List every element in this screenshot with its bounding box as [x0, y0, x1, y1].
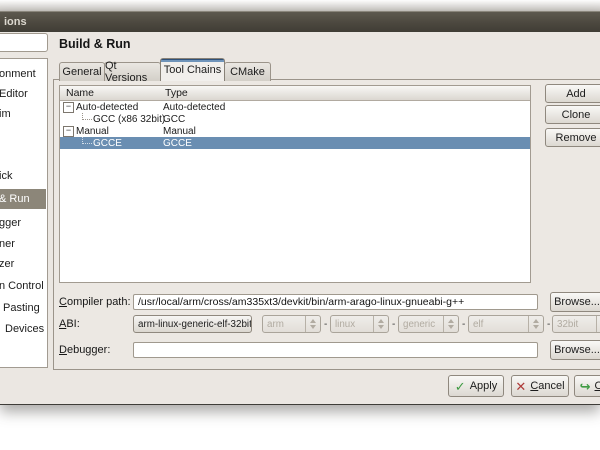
- abi-separator: -: [547, 319, 550, 330]
- window-title: ions: [4, 16, 27, 28]
- compiler-path-label: Compiler path:: [59, 294, 131, 310]
- sidebar-item-devices[interactable]: Devices: [0, 319, 46, 339]
- compiler-browse-button[interactable]: Browse...: [550, 292, 600, 312]
- debugger-input[interactable]: [133, 342, 538, 358]
- tab-tool-chains[interactable]: Tool Chains: [160, 58, 225, 81]
- abi-combobox[interactable]: arm-linux-generic-elf-32bit: [133, 315, 252, 333]
- sidebar-item-environment[interactable]: onment: [0, 64, 46, 84]
- collapse-expander-icon[interactable]: −: [63, 126, 74, 137]
- combo-spinner-icon: [305, 316, 320, 332]
- tree-row-auto-detected[interactable]: − Auto-detected Auto-detected: [60, 101, 530, 113]
- cancel-button[interactable]: ✕ Cancel: [511, 375, 569, 397]
- checkmark-icon: ✓: [455, 380, 466, 393]
- abi-bits-combobox: 32bit: [552, 315, 600, 333]
- tree-connector: [82, 113, 92, 120]
- category-list: onment Editor im ick & Run gger ner zer …: [0, 58, 48, 368]
- abi-flavor-combobox: generic: [398, 315, 459, 333]
- combo-spinner-icon: [443, 316, 458, 332]
- sidebar-item-build-and-run[interactable]: & Run: [0, 189, 46, 209]
- sidebar-item-code-pasting[interactable]: Pasting: [0, 298, 46, 318]
- remove-button[interactable]: Remove: [545, 128, 600, 147]
- tree-row-manual[interactable]: − Manual Manual: [60, 125, 530, 137]
- sidebar-item-version-control[interactable]: n Control: [0, 276, 46, 296]
- debugger-browse-button[interactable]: Browse...: [550, 340, 600, 360]
- combo-spinner-icon: [528, 316, 543, 332]
- sidebar-item-text-editor[interactable]: Editor: [0, 84, 46, 104]
- ok-button[interactable]: ↪ OK: [574, 375, 600, 397]
- arrow-icon: ↪: [580, 380, 591, 393]
- abi-separator: -: [392, 319, 395, 330]
- abi-separator: -: [324, 319, 327, 330]
- tab-cmake[interactable]: CMake: [224, 62, 271, 81]
- tree-row-gcc[interactable]: GCC (x86 32bit) GCC: [60, 113, 530, 125]
- tab-qt-versions[interactable]: Qt Versions: [104, 62, 161, 81]
- apply-button[interactable]: ✓ Apply: [448, 375, 504, 397]
- tree-connector: [82, 137, 92, 144]
- column-header-name[interactable]: Name: [60, 86, 168, 101]
- background-strip: [0, 0, 600, 11]
- debugger-label: Debugger:: [59, 342, 110, 358]
- abi-format-combobox: elf: [468, 315, 544, 333]
- abi-label: ABI:: [59, 316, 80, 332]
- tree-row-gcce[interactable]: GCCE GCCE: [60, 137, 530, 149]
- cross-icon: ✕: [515, 380, 526, 393]
- sidebar-item-designer[interactable]: ner: [0, 234, 46, 254]
- sidebar-item-hidden-2[interactable]: [0, 145, 46, 165]
- compiler-path-input[interactable]: [133, 294, 538, 310]
- abi-arch-combobox: arm: [262, 315, 321, 333]
- sidebar-item-analyzer[interactable]: zer: [0, 254, 46, 274]
- sidebar-item-debugger[interactable]: gger: [0, 213, 46, 233]
- sidebar-item-fakevim[interactable]: im: [0, 104, 46, 124]
- combo-spinner-icon: [373, 316, 388, 332]
- collapse-expander-icon[interactable]: −: [63, 102, 74, 113]
- column-header-type[interactable]: Type: [161, 86, 530, 101]
- clone-button[interactable]: Clone: [545, 105, 600, 124]
- titlebar[interactable]: ions: [0, 11, 600, 32]
- sidebar-item-hidden-1[interactable]: [0, 124, 46, 144]
- combo-spinner-icon: [596, 316, 600, 332]
- sidebar-item-qt-quick[interactable]: ick: [0, 166, 46, 186]
- abi-separator: -: [462, 319, 465, 330]
- filter-input[interactable]: [0, 33, 48, 52]
- tab-general[interactable]: General: [59, 62, 105, 81]
- toolchain-tree[interactable]: Name Type − Auto-detected Auto-detected …: [59, 85, 531, 283]
- dialog-body: Build & Run onment Editor im ick & Run g…: [0, 32, 600, 405]
- page-title: Build & Run: [59, 37, 131, 51]
- add-button[interactable]: Add: [545, 84, 600, 103]
- options-dialog: ions Build & Run onment Editor im ick & …: [0, 11, 600, 405]
- abi-os-combobox: linux: [330, 315, 389, 333]
